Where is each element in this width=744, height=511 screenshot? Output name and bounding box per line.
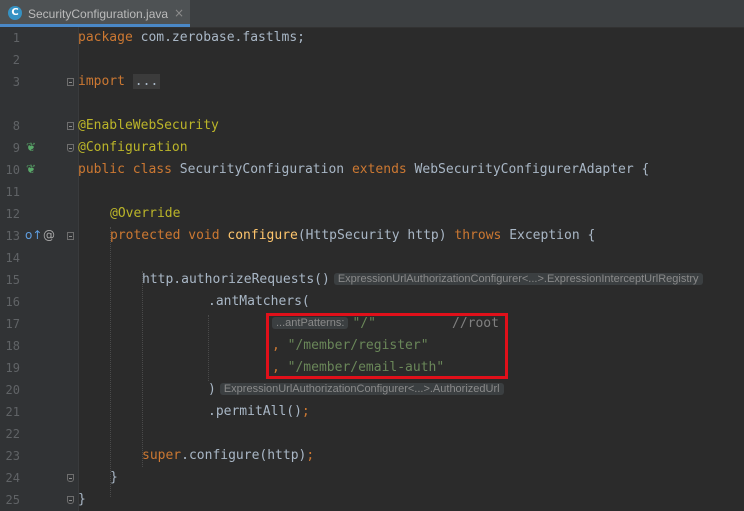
line-number: 15	[5, 273, 20, 287]
code-line: 23 super.configure(http);	[0, 445, 744, 467]
tab-label: SecurityConfiguration.java	[28, 7, 169, 21]
code-text: package com.zerobase.fastlms;	[78, 30, 305, 45]
code-line: 11	[0, 181, 744, 203]
line-number: 2	[12, 53, 20, 67]
code-text: import ...	[78, 74, 161, 89]
code-text: http.authorizeRequests() ExpressionUrlAut…	[142, 272, 703, 287]
params: (HttpSecurity http)	[297, 228, 455, 243]
fold-marker-icon[interactable]	[67, 144, 74, 152]
code-line: 8 @EnableWebSecurity	[0, 115, 744, 137]
inlay-type-hint: ExpressionUrlAuthorizationConfigurer<...…	[333, 273, 703, 285]
superclass: WebSecurityConfigurerAdapter {	[406, 162, 650, 177]
keyword: public class	[78, 162, 172, 177]
folded-imports[interactable]: ...	[132, 74, 161, 89]
fold-marker-icon[interactable]	[67, 232, 74, 240]
tab-security-configuration[interactable]: C SecurityConfiguration.java ×	[0, 0, 190, 27]
override-icon[interactable]: o↑	[25, 228, 42, 242]
annotation: @Override	[110, 206, 181, 221]
code-line: 15 http.authorizeRequests() ExpressionUrl…	[0, 269, 744, 291]
method-name: configure	[219, 228, 298, 243]
line-number: 1	[12, 31, 20, 45]
line-number: 25	[5, 493, 20, 507]
java-class-icon: C	[8, 6, 22, 20]
code-text: protected void configure(HttpSecurity ht…	[110, 228, 595, 243]
close-icon[interactable]: ×	[174, 6, 184, 20]
keyword: protected void	[110, 228, 220, 243]
line-number: 20	[5, 383, 20, 397]
line-number: 8	[12, 119, 20, 133]
code-line: 3 import ...	[0, 71, 744, 93]
code-line: 24 }	[0, 467, 744, 489]
semicolon: ;	[306, 448, 315, 463]
editor-tab-bar: C SecurityConfiguration.java ×	[0, 0, 744, 28]
code-editor[interactable]: 1 package com.zerobase.fastlms; 2 3 impo…	[0, 27, 744, 511]
line-number: 3	[12, 75, 20, 89]
method-call: http.authorizeRequests()	[142, 272, 330, 287]
keyword: super	[142, 448, 182, 463]
line-number: 18	[5, 339, 20, 353]
code-text: ) ExpressionUrlAuthorizationConfigurer<..…	[208, 382, 504, 397]
highlight-box	[266, 313, 508, 379]
line-number: 22	[5, 427, 20, 441]
class-name: SecurityConfiguration	[171, 162, 352, 177]
code-line: 10 ❦ public class SecurityConfiguration …	[0, 159, 744, 181]
fold-marker-icon[interactable]	[67, 122, 74, 130]
line-number: 21	[5, 405, 20, 419]
line-number: 23	[5, 449, 20, 463]
line-number: 10	[5, 163, 20, 177]
method-call: .configure(http)	[181, 448, 307, 463]
closing-brace: }	[78, 492, 86, 507]
code-line: 1 package com.zerobase.fastlms;	[0, 27, 744, 49]
code-line: 9 ❦ @Configuration	[0, 137, 744, 159]
method-call: .antMatchers(	[208, 294, 310, 309]
fold-marker-icon[interactable]	[67, 496, 74, 504]
code-text: super.configure(http);	[142, 448, 314, 463]
code-line: 20 ) ExpressionUrlAuthorizationConfigurer…	[0, 379, 744, 401]
keyword: extends	[351, 162, 407, 177]
line-number: 16	[5, 295, 20, 309]
fold-marker-icon[interactable]	[67, 78, 74, 86]
line-number: 24	[5, 471, 20, 485]
keyword: package	[78, 30, 133, 45]
code-line: 25 }	[0, 489, 744, 511]
code-line: 13 o↑ @ protected void configure(HttpSec…	[0, 225, 744, 247]
fold-marker-icon[interactable]	[67, 474, 74, 482]
annotation: @Configuration	[78, 140, 188, 155]
closing-brace: }	[110, 470, 118, 485]
code-text: .permitAll();	[208, 404, 310, 419]
code-line: 12 @Override	[0, 203, 744, 225]
line-number: 12	[5, 207, 20, 221]
line-number: 14	[5, 251, 20, 265]
code-line: 21 .permitAll();	[0, 401, 744, 423]
keyword: throws	[454, 228, 502, 243]
inlay-type-hint: ExpressionUrlAuthorizationConfigurer<...…	[219, 383, 504, 395]
close-paren: )	[208, 382, 216, 397]
line-number: 17	[5, 317, 20, 331]
method-call: .permitAll()	[208, 404, 302, 419]
semicolon: ;	[301, 404, 310, 419]
annotation-at-icon[interactable]: @	[43, 228, 55, 242]
line-number: 9	[12, 141, 20, 155]
line-number: 11	[5, 185, 20, 199]
exception: Exception {	[501, 228, 596, 243]
package-name: com.zerobase.fastlms;	[132, 30, 305, 45]
line-number: 13	[5, 229, 20, 243]
bean-icon[interactable]: ❦	[26, 140, 36, 154]
line-number: 19	[5, 361, 20, 375]
code-line: 14	[0, 247, 744, 269]
code-line: 16 .antMatchers(	[0, 291, 744, 313]
code-line: 2	[0, 49, 744, 71]
annotation: @EnableWebSecurity	[78, 118, 219, 133]
bean-class-icon[interactable]: ❦	[26, 162, 36, 176]
code-line: 22	[0, 423, 744, 445]
code-text: public class SecurityConfiguration exten…	[78, 162, 649, 177]
keyword: import	[78, 74, 125, 89]
